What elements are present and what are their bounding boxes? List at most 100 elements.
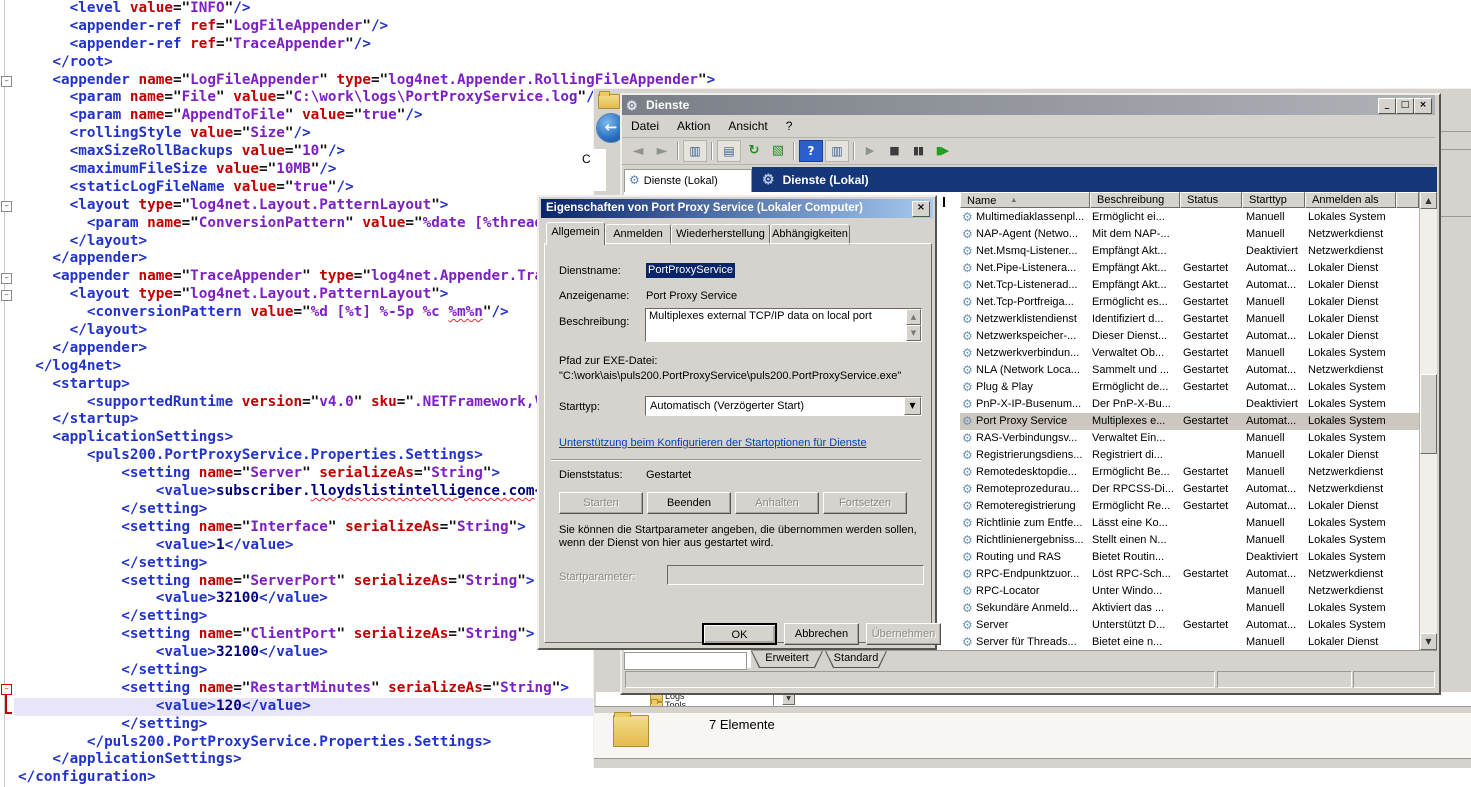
menu-item-help[interactable]: ? [777, 115, 802, 133]
scroll-up-icon[interactable]: ▲ [906, 309, 921, 325]
service-row[interactable]: ⚙Net.Msmq-Listener...Empfängt Akt...Deak… [960, 243, 1419, 260]
menu-item-aktion[interactable]: Aktion [668, 115, 719, 133]
window-title: Dienste [646, 95, 689, 115]
address-text: C [576, 149, 606, 191]
service-row[interactable]: ⚙Net.Tcp-Listenerad...Empfängt Akt...Ges… [960, 277, 1419, 294]
service-row[interactable]: ⚙RPC-LocatorUnter Windo...ManuellNetzwer… [960, 583, 1419, 600]
service-row[interactable]: ⚙Net.Tcp-Portfreiga...Ermöglicht es...Ge… [960, 294, 1419, 311]
service-row[interactable]: ⚙Remoteprozedurau...Der RPCSS-Di...Gesta… [960, 481, 1419, 498]
service-row[interactable]: ⚙NLA (Network Loca...Sammelt und ...Gest… [960, 362, 1419, 379]
cell-status: Gestartet [1183, 345, 1241, 362]
start-service-icon[interactable]: ▶ [859, 141, 881, 161]
tab-abhangigkeiten[interactable]: Abhängigkeiten [770, 224, 850, 245]
column-header-name[interactable]: Name▲ [960, 192, 1090, 208]
service-row[interactable]: ⚙RPC-Endpunktzuor...Löst RPC-Sch...Gesta… [960, 566, 1419, 583]
code-token: <value> [18, 698, 216, 714]
cell-name: Sekundäre Anmeld... [976, 600, 1088, 617]
back-icon[interactable]: ◄ [627, 141, 649, 161]
description-field[interactable]: Multiplexes external TCP/IP data on loca… [645, 308, 922, 342]
column-header-status[interactable]: Status [1180, 192, 1242, 208]
service-row[interactable]: ⚙Net.Pipe-Listenera...Empfängt Akt...Ges… [960, 260, 1419, 277]
startup-options-help-link[interactable]: Unterstützung beim Konfigurieren der Sta… [559, 437, 867, 450]
code-token: <appender-ref [18, 36, 190, 52]
close-icon[interactable]: × [912, 201, 930, 217]
scroll-down-icon[interactable]: ▼ [1420, 633, 1437, 650]
status-panel [625, 671, 1215, 688]
services-table[interactable]: Name▲BeschreibungStatusStarttypAnmelden … [960, 192, 1437, 650]
service-row[interactable]: ⚙Netzwerkspeicher-...Dieser Dienst...Ges… [960, 328, 1419, 345]
service-row[interactable]: ⚙Server für Threads...Bietet eine n...Ma… [960, 634, 1419, 650]
column-header-starttyp[interactable]: Starttyp [1242, 192, 1305, 208]
fold-marker-icon[interactable]: − [1, 76, 12, 87]
scroll-down-icon[interactable]: ▼ [906, 325, 921, 341]
scroll-up-icon[interactable]: ▲ [1420, 192, 1437, 209]
cell-logon: Lokales System [1308, 532, 1416, 549]
code-token: value [190, 125, 233, 141]
service-row[interactable]: ⚙RemoteregistrierungErmöglicht Re...Gest… [960, 498, 1419, 515]
service-row[interactable]: ⚙PnP-X-IP-Busenum...Der PnP-X-Bu...Deakt… [960, 396, 1419, 413]
export-list-icon[interactable]: ▧ [767, 141, 789, 161]
code-token: =" [233, 573, 250, 589]
fold-marker-icon[interactable]: − [1, 201, 12, 212]
vertical-scrollbar[interactable]: ▲ ▼ [1419, 192, 1437, 650]
code-token: > [517, 519, 526, 535]
service-row[interactable]: ⚙NetzwerklistendienstIdentifiziert d...G… [960, 311, 1419, 328]
abbrechen-button[interactable]: Abbrechen [784, 623, 859, 645]
maximize-button[interactable]: □ [1396, 98, 1414, 114]
column-header-beschreibung[interactable]: Beschreibung [1090, 192, 1180, 208]
service-row[interactable]: ⚙Netzwerkverbindun...Verwaltet Ob...Gest… [960, 345, 1419, 362]
tree-root-item[interactable]: ⚙Dienste (Lokal) [624, 169, 752, 194]
stop-service-icon[interactable]: ■ [883, 141, 905, 161]
fold-marker-icon[interactable]: − [1, 273, 12, 284]
view-tab-erweitert[interactable]: Erweitert [751, 651, 823, 668]
pause-service-icon[interactable]: ▮▮ [907, 141, 929, 161]
services-title-bar[interactable]: ⚙ Dienste _□× [622, 95, 1435, 115]
refresh-icon[interactable]: ↻ [743, 141, 765, 161]
service-row[interactable]: ⚙RAS-Verbindungsv...Verwaltet Ein...Manu… [960, 430, 1419, 447]
service-row[interactable]: ⚙ServerUnterstützt D...GestartetAutomat.… [960, 617, 1419, 634]
properties-icon[interactable]: ▤ [717, 140, 741, 162]
code-token: Interface [250, 519, 327, 535]
code-token: <param [18, 89, 130, 105]
cell-desc: Bietet Routin... [1092, 549, 1178, 566]
restart-service-icon[interactable]: ▮▶ [931, 141, 953, 161]
code-token: 10 [302, 143, 319, 159]
service-row[interactable]: ⚙Plug & PlayErmöglicht de...GestartetAut… [960, 379, 1419, 396]
minimize-button[interactable]: _ [1378, 98, 1396, 114]
dialog-title-bar[interactable]: Eigenschaften von Port Proxy Service (Lo… [541, 199, 933, 218]
show-console-tree-icon[interactable]: ▥ [683, 140, 707, 162]
fold-marker-icon[interactable]: − [1, 290, 12, 301]
chevron-down-icon[interactable]: ▼ [904, 397, 921, 415]
ok-button[interactable]: OK [702, 623, 777, 645]
tab-wiederherstellung[interactable]: Wiederherstellung [671, 224, 770, 245]
service-row[interactable]: ⚙Port Proxy ServiceMultiplexes e...Gesta… [960, 413, 1419, 430]
service-row[interactable]: ⚙Routing und RASBietet Routin...Deaktivi… [960, 549, 1419, 566]
console-window-icon[interactable]: ▥ [825, 140, 849, 162]
service-row[interactable]: ⚙Richtlinie zum Entfe...Lässt eine Ko...… [960, 515, 1419, 532]
code-token: name [130, 89, 164, 105]
service-row[interactable]: ⚙NAP-Agent (Netwo...Mit dem NAP-...Manue… [960, 226, 1419, 243]
start-params-input[interactable] [667, 565, 924, 585]
service-row[interactable]: ⚙Remotedesktopdie...Ermöglicht Be...Gest… [960, 464, 1419, 481]
service-row[interactable]: ⚙Richtlinienergebniss...Stellt einen N..… [960, 532, 1419, 549]
code-token: <setting [18, 680, 199, 696]
help-icon[interactable]: ? [799, 140, 823, 162]
cell-status [1183, 430, 1241, 447]
forward-icon[interactable]: ► [651, 141, 673, 161]
service-row[interactable]: ⚙Registrierungsdiens...Registriert di...… [960, 447, 1419, 464]
code-token: <value> [18, 644, 216, 660]
start-params-hint-1: Sie können die Startparameter angeben, d… [559, 524, 917, 537]
beenden-button[interactable]: Beenden [647, 492, 731, 514]
startup-type-select[interactable]: Automatisch (Verzögerter Start) ▼ [645, 396, 922, 416]
column-header-anmeldenals[interactable]: Anmelden als [1305, 192, 1396, 208]
view-tab-standard[interactable]: Standard [825, 651, 887, 668]
menu-item-datei[interactable]: Datei [622, 115, 668, 133]
service-row[interactable]: ⚙Sekundäre Anmeld...Aktiviert das ...Man… [960, 600, 1419, 617]
tab-allgemein[interactable]: Allgemein [546, 222, 605, 245]
close-button[interactable]: × [1414, 98, 1432, 114]
scrollbar-thumb[interactable] [1420, 374, 1437, 454]
tab-anmelden[interactable]: Anmelden [605, 224, 671, 245]
service-row[interactable]: ⚙Multimediaklassenpl...Ermöglicht ei...M… [960, 209, 1419, 226]
dialog-title: Eigenschaften von Port Proxy Service (Lo… [546, 202, 863, 214]
menu-item-ansicht[interactable]: Ansicht [719, 115, 776, 133]
